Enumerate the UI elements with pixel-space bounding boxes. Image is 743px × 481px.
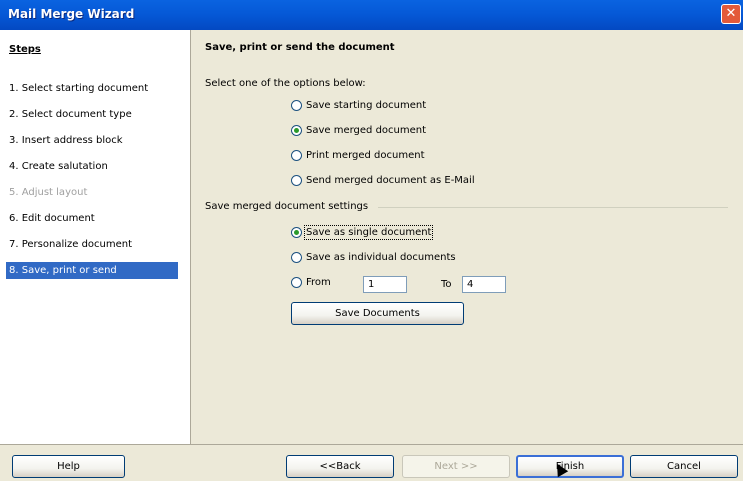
radio-print-merged-document[interactable]: Print merged document <box>291 150 425 161</box>
radio-icon <box>291 252 302 263</box>
footer-separator <box>0 444 743 445</box>
close-icon: ✕ <box>725 6 737 21</box>
radio-save-single-document[interactable]: Save as single document <box>291 225 434 240</box>
radio-label: Save as single document <box>303 225 434 240</box>
radio-label: From <box>306 277 331 288</box>
finish-button[interactable]: Finish <box>516 455 624 478</box>
instruction-text: Select one of the options below: <box>205 78 366 89</box>
radio-save-starting-document[interactable]: Save starting document <box>291 100 426 111</box>
radio-selected-icon <box>291 125 302 136</box>
step-adjust-layout: 5. Adjust layout <box>9 187 88 198</box>
radio-selected-icon <box>291 227 302 238</box>
radio-label: Save starting document <box>306 100 427 111</box>
radio-save-merged-document[interactable]: Save merged document <box>291 125 426 136</box>
radio-icon <box>291 100 302 111</box>
step-select-document-type[interactable]: 2. Select document type <box>6 106 178 123</box>
to-field[interactable]: 4 <box>462 276 506 293</box>
window-title: Mail Merge Wizard <box>8 7 135 21</box>
page-title: Save, print or send the document <box>205 42 395 53</box>
step-create-salutation[interactable]: 4. Create salutation <box>6 158 178 175</box>
save-documents-button[interactable]: Save Documents <box>291 302 464 325</box>
radio-label: Send merged document as E-Mail <box>306 175 475 186</box>
step-edit-document[interactable]: 6. Edit document <box>6 210 178 227</box>
steps-pane: Steps 1. Select starting document 2. Sel… <box>0 30 190 444</box>
radio-icon <box>291 150 302 161</box>
radio-label: Print merged document <box>306 150 425 161</box>
radio-label: Save as individual documents <box>306 252 456 263</box>
from-field[interactable]: 1 <box>363 276 407 293</box>
pane-divider <box>190 30 191 444</box>
back-button[interactable]: <<Back <box>286 455 394 478</box>
step-save-print-send[interactable]: 8. Save, print or send <box>6 262 178 279</box>
radio-send-merged-email[interactable]: Send merged document as E-Mail <box>291 175 475 186</box>
radio-label: Save merged document <box>306 125 427 136</box>
step-personalize-document[interactable]: 7. Personalize document <box>6 236 178 253</box>
steps-title: Steps <box>9 44 41 55</box>
next-button: Next >> <box>402 455 510 478</box>
radio-icon <box>291 277 302 288</box>
to-label: To <box>441 279 452 290</box>
step-insert-address-block[interactable]: 3. Insert address block <box>6 132 178 149</box>
step-select-starting-document[interactable]: 1. Select starting document <box>6 80 178 97</box>
radio-save-individual-documents[interactable]: Save as individual documents <box>291 252 456 263</box>
close-button[interactable]: ✕ <box>721 4 741 24</box>
title-bar[interactable]: Mail Merge Wizard ✕ <box>0 0 743 30</box>
radio-icon <box>291 175 302 186</box>
help-button[interactable]: Help <box>12 455 125 478</box>
radio-from-range[interactable]: From <box>291 277 331 288</box>
settings-group-label: Save merged document settings <box>205 201 369 212</box>
cancel-button[interactable]: Cancel <box>630 455 738 478</box>
group-separator <box>378 207 728 208</box>
